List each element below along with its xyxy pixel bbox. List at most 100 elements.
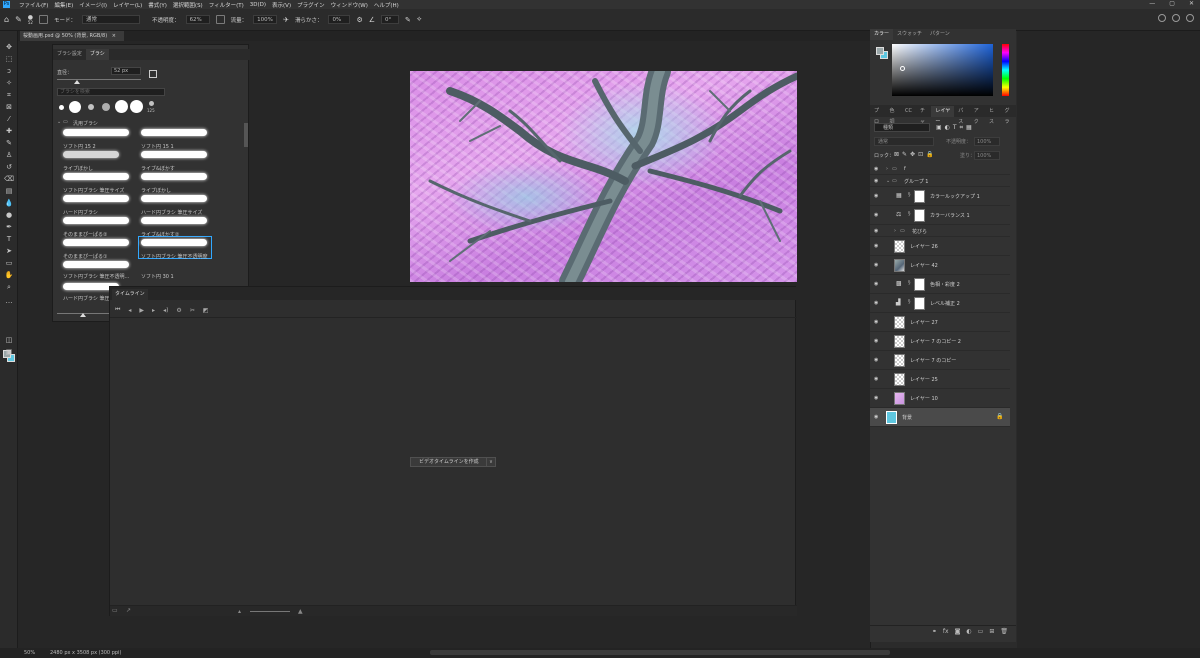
- tab-properties[interactable]: プロ: [870, 106, 885, 125]
- menu-help[interactable]: ヘルプ(H): [371, 1, 402, 9]
- brush-stroke-preview[interactable]: [141, 151, 207, 158]
- preset-tip-6[interactable]: [130, 100, 143, 113]
- brush-name[interactable]: ライブぼかし: [63, 165, 135, 172]
- visibility-eye-icon[interactable]: ◉: [874, 212, 878, 218]
- new-adjustment-icon[interactable]: ◐: [966, 628, 971, 635]
- chevron-right-icon[interactable]: ›: [894, 228, 896, 234]
- layer-kind-filter[interactable]: 種類: [874, 123, 930, 132]
- home-icon[interactable]: ⌂: [4, 15, 9, 24]
- brush-search-input[interactable]: ブラシを検索: [57, 88, 165, 96]
- timeline-zoom-slider[interactable]: [250, 611, 290, 612]
- airbrush-icon[interactable]: ✈: [283, 16, 289, 24]
- gradient-tool-icon[interactable]: ▤: [4, 188, 14, 195]
- preset-tip-4[interactable]: [102, 103, 110, 111]
- brush-name[interactable]: そのままぴーぱる②: [63, 231, 135, 238]
- tab-adjustments[interactable]: 色調: [885, 106, 900, 125]
- layer-thumbnail[interactable]: [894, 335, 905, 348]
- brush-stroke-preview[interactable]: [63, 151, 119, 158]
- size-slider[interactable]: [57, 79, 141, 80]
- chevron-down-icon[interactable]: ⌄: [886, 178, 890, 184]
- new-brush-icon[interactable]: [149, 70, 157, 78]
- eraser-tool-icon[interactable]: ⌫: [4, 176, 14, 183]
- previous-frame-icon[interactable]: ◂: [128, 307, 131, 314]
- document-tab[interactable]: 桜動画用.psd @ 50% (背景, RGB/8) ×: [20, 31, 124, 41]
- brush-stroke-preview[interactable]: [141, 239, 207, 246]
- layer-thumbnail[interactable]: [894, 316, 905, 329]
- brush-tool-icon[interactable]: ✎: [15, 15, 22, 24]
- brush-name[interactable]: ソフト円ブラシ 筆圧サイズ: [63, 187, 135, 194]
- tab-timeline[interactable]: タイムライン: [112, 289, 148, 300]
- fx-icon[interactable]: fx: [943, 628, 949, 635]
- crop-tool-icon[interactable]: ⌗: [4, 92, 14, 99]
- brush-stroke-preview[interactable]: [141, 173, 207, 180]
- hue-slider[interactable]: [1002, 44, 1009, 96]
- menu-view[interactable]: 表示(V): [269, 1, 294, 9]
- menu-image[interactable]: イメージ(I): [76, 1, 110, 9]
- layer-opacity-field[interactable]: 100%: [974, 137, 1000, 146]
- zoom-tool-icon[interactable]: ⌕: [4, 284, 14, 291]
- tab-swatches[interactable]: スウォッチ: [893, 29, 926, 40]
- brush-stroke-preview[interactable]: [63, 129, 129, 136]
- tab-brushes[interactable]: ブラシ: [85, 49, 109, 60]
- menu-file[interactable]: ファイル(F): [16, 1, 51, 9]
- chevron-right-icon[interactable]: ›: [886, 166, 888, 172]
- horizontal-scrollbar[interactable]: [430, 650, 890, 655]
- preset-tip-1[interactable]: [59, 105, 64, 110]
- preview-size-thumb[interactable]: [80, 313, 86, 317]
- rectangle-tool-icon[interactable]: ▭: [4, 260, 14, 267]
- tab-layers[interactable]: レイヤー: [931, 105, 955, 125]
- menu-window[interactable]: ウィンドウ(W): [328, 1, 371, 9]
- menu-layer[interactable]: レイヤー(L): [110, 1, 145, 9]
- new-layer-icon[interactable]: ⊞: [989, 628, 994, 635]
- workspace-icon[interactable]: [1186, 14, 1194, 22]
- brush-stroke-preview[interactable]: [63, 173, 129, 180]
- visibility-eye-icon[interactable]: ◉: [874, 228, 878, 234]
- tab-patterns[interactable]: パターン: [926, 29, 954, 40]
- gear-icon[interactable]: ⚙: [356, 16, 362, 24]
- render-icon[interactable]: ↗: [126, 607, 131, 614]
- brush-stroke-preview[interactable]: [141, 129, 207, 136]
- close-tab-icon[interactable]: ×: [112, 33, 116, 39]
- preset-tip-3[interactable]: [88, 104, 94, 110]
- brush-name[interactable]: ソフト円ブラシ 筆圧不透明度: [141, 253, 213, 260]
- trash-icon[interactable]: 🗑: [1000, 628, 1008, 635]
- menu-filter[interactable]: フィルター(T): [206, 1, 247, 9]
- layer-thumbnail[interactable]: [894, 259, 905, 272]
- layer-row[interactable]: ◉ ▩ § 色相・彩度 2: [870, 275, 1010, 294]
- size-slider-thumb[interactable]: [74, 80, 80, 84]
- layer-thumbnail[interactable]: [894, 392, 905, 405]
- layer-row[interactable]: ◉ レイヤー 27: [870, 313, 1010, 332]
- visibility-eye-icon[interactable]: ◉: [874, 281, 878, 287]
- brush-preset-picker[interactable]: ● 52: [28, 14, 33, 25]
- share-icon[interactable]: [1158, 14, 1166, 22]
- brush-name[interactable]: ソフト円 15 2: [63, 143, 135, 150]
- search-icon[interactable]: [1172, 14, 1180, 22]
- menu-edit[interactable]: 編集(E): [51, 1, 76, 9]
- timeline-mode-dropdown[interactable]: ∨: [486, 457, 496, 467]
- brush-name[interactable]: ソフト円 15 1: [141, 143, 213, 150]
- screen-mode-icon[interactable]: ▣: [4, 349, 14, 356]
- brush-stroke-preview[interactable]: [63, 195, 129, 202]
- first-frame-icon[interactable]: ⏮: [115, 306, 120, 314]
- lock-icons[interactable]: ⊠✎✥⊡🔒: [894, 151, 937, 158]
- blur-tool-icon[interactable]: 💧: [4, 200, 14, 207]
- history-brush-tool-icon[interactable]: ↺: [4, 164, 14, 171]
- hand-tool-icon[interactable]: ✋: [4, 272, 14, 279]
- symmetry-icon[interactable]: ⟡: [417, 15, 422, 24]
- tab-gradients[interactable]: グラ: [1001, 106, 1016, 125]
- pen-tool-icon[interactable]: ✒: [4, 224, 14, 231]
- minimize-button[interactable]: —: [1149, 0, 1155, 7]
- move-tool-icon[interactable]: ✥: [4, 44, 14, 51]
- object-select-tool-icon[interactable]: ✧: [4, 80, 14, 87]
- mode-select[interactable]: 通常: [82, 15, 141, 24]
- close-window-button[interactable]: ✕: [1189, 0, 1194, 7]
- layer-row-selected[interactable]: ◉ 背景 🔒: [870, 408, 1010, 427]
- transition-icon[interactable]: ◩: [203, 307, 209, 314]
- tab-paths[interactable]: パス: [954, 106, 969, 125]
- layer-row[interactable]: ◉ レイヤー 26: [870, 237, 1010, 256]
- brush-name[interactable]: ライブぼかし: [141, 187, 213, 194]
- brush-name[interactable]: ソフト円 30 1: [141, 273, 213, 280]
- audio-icon[interactable]: ◂): [163, 307, 168, 314]
- visibility-eye-icon[interactable]: ◉: [874, 376, 878, 382]
- zoom-out-icon[interactable]: ▴: [238, 608, 241, 615]
